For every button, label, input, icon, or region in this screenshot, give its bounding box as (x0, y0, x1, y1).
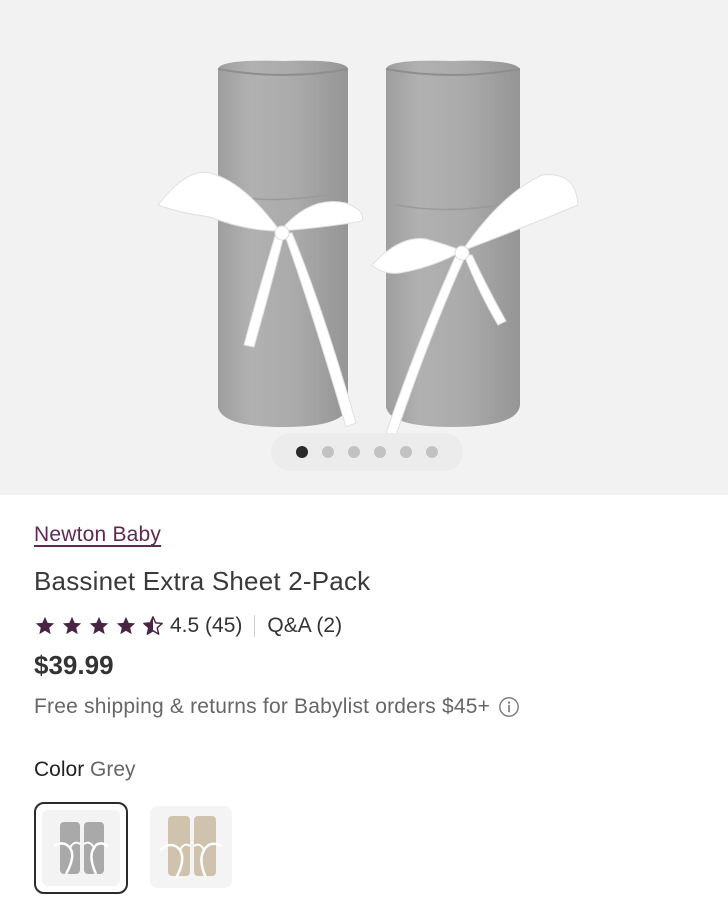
color-swatch-sand[interactable] (150, 806, 232, 888)
star-rating[interactable] (34, 615, 164, 637)
carousel-dot[interactable] (322, 446, 334, 458)
carousel-dot[interactable] (400, 446, 412, 458)
product-title: Bassinet Extra Sheet 2-Pack (34, 566, 371, 596)
star-icon (89, 616, 109, 635)
rating-row: 4.5 (45) Q&A (2) (34, 612, 342, 640)
shipping-text: Free shipping & returns for Babylist ord… (34, 695, 491, 718)
carousel-dot[interactable] (348, 446, 360, 458)
shipping-info: Free shipping & returns for Babylist ord… (34, 695, 520, 719)
color-swatch-grey[interactable] (34, 802, 128, 894)
star-icon (116, 616, 136, 635)
product-image (157, 60, 579, 435)
product-price: $39.99 (34, 650, 114, 680)
qa-link[interactable]: Q&A (2) (267, 614, 342, 638)
product-image-gallery[interactable] (0, 0, 728, 495)
rating-count[interactable]: 4.5 (45) (170, 614, 242, 638)
color-value: Grey (90, 758, 136, 781)
brand-link[interactable]: Newton Baby (34, 523, 161, 547)
carousel-dot[interactable] (374, 446, 386, 458)
color-selector-label: Color Grey (34, 758, 136, 782)
info-icon[interactable] (498, 696, 520, 718)
swatch-image-grey (53, 822, 109, 875)
carousel-dot[interactable] (296, 446, 308, 458)
half-star-icon (143, 616, 163, 635)
swatch-image-sand (159, 816, 223, 879)
carousel-dot[interactable] (426, 446, 438, 458)
star-icon (62, 616, 82, 635)
divider (254, 615, 256, 637)
swatch-image-container (42, 810, 120, 886)
color-label: Color (34, 758, 85, 781)
carousel-indicator (271, 433, 463, 471)
star-icon (35, 616, 55, 635)
